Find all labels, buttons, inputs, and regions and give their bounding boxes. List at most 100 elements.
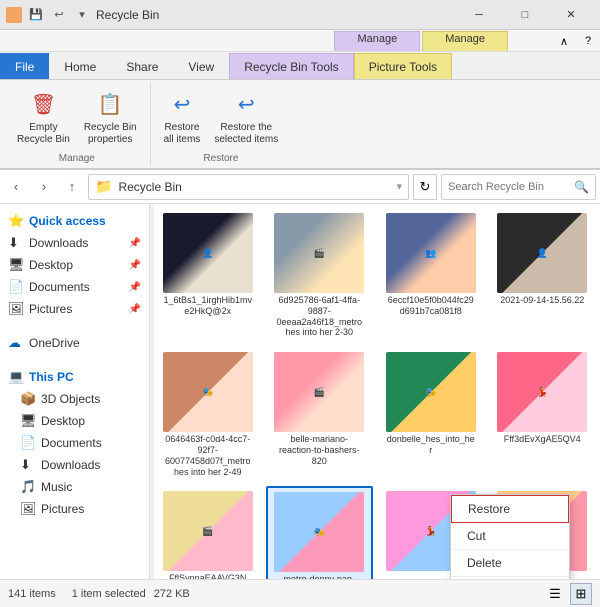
restore-group-label: Restore — [203, 151, 238, 164]
context-menu-cut[interactable]: Cut — [451, 523, 569, 550]
sidebar-item-music[interactable]: 🎵 Music — [0, 476, 149, 498]
sidebar-item-onedrive[interactable]: ☁ OneDrive — [0, 332, 149, 354]
restore-selected-icon: ↩ — [231, 90, 261, 120]
sidebar-item-desktop[interactable]: 🖥 Desktop 📌 — [0, 254, 149, 276]
search-icon: 🔍 — [574, 180, 589, 194]
tab-home[interactable]: Home — [49, 53, 111, 79]
sidebar-item-pictures[interactable]: 🖼 Pictures 📌 — [0, 298, 149, 320]
manage-tab-label[interactable]: Manage — [334, 31, 420, 51]
list-item[interactable]: 👥 6eccf10e5f0b044fc29d691b7ca081f8 — [377, 208, 485, 343]
list-item[interactable]: 👤 1_6tBs1_1irghHib1mve2HkQ@2x — [154, 208, 262, 343]
empty-recycle-bin-button[interactable]: 🗑 EmptyRecycle Bin — [12, 87, 75, 149]
documents-pc-label: Documents — [41, 436, 102, 450]
maximize-button[interactable]: □ — [502, 0, 548, 30]
pin-icon-3: 📌 — [129, 282, 141, 293]
restore-all-items-button[interactable]: ↩ Restoreall items — [159, 87, 206, 149]
search-box[interactable]: 🔍 — [441, 174, 596, 200]
manage-buttons: 🗑 EmptyRecycle Bin 📋 Recycle Binproperti… — [12, 84, 142, 151]
recycle-bin-properties-button[interactable]: 📋 Recycle Binproperties — [79, 87, 142, 149]
ribbon-group-manage: 🗑 EmptyRecycle Bin 📋 Recycle Binproperti… — [4, 82, 151, 166]
list-item[interactable]: 💃 Fff3dEvXgAE5QV4 — [489, 347, 597, 482]
file-thumbnail: 🎬 — [274, 213, 364, 293]
list-item[interactable]: 👤 2021-09-14-15.56.22 — [489, 208, 597, 343]
undo-button[interactable]: ↩ — [49, 5, 69, 25]
tab-view[interactable]: View — [173, 53, 229, 79]
tab-recycle-bin-tools[interactable]: Recycle Bin Tools — [229, 53, 354, 79]
sidebar-item-downloads[interactable]: ⬇ Downloads 📌 — [0, 232, 149, 254]
grid-view-button[interactable]: ⊞ — [570, 583, 592, 605]
list-item[interactable]: 🎭 0646463f-c0d4-4cc7-92f7-60077458d07f_m… — [154, 347, 262, 482]
onedrive-section: ☁ OneDrive — [0, 330, 149, 356]
empty-recycle-bin-icon: 🗑 — [28, 90, 58, 120]
pin-icon: 📌 — [129, 238, 141, 249]
help-button[interactable]: ? — [576, 31, 600, 51]
downloads-pc-icon: ⬇ — [20, 457, 36, 473]
documents-label: Documents — [29, 280, 90, 294]
list-item[interactable]: 🎬 FflSynnaEAAVG3N — [154, 486, 262, 579]
recycle-bin-icon — [6, 7, 22, 23]
tab-picture-tools[interactable]: Picture Tools — [354, 53, 452, 79]
file-name: 6d925786-6af1-4ffa-9887-0eeaa2a46f18_met… — [274, 295, 364, 338]
sidebar-item-downloads-pc[interactable]: ⬇ Downloads — [0, 454, 149, 476]
path-dropdown[interactable]: ▾ — [396, 180, 402, 193]
properties-icon: 📋 — [95, 90, 125, 120]
restore-selected-button[interactable]: ↩ Restore theselected items — [209, 87, 283, 149]
list-item-selected[interactable]: 🎭 metro-donny-pan-belle-mi hes-into-h... — [266, 486, 374, 579]
quick-access-section: ⭐ Quick access ⬇ Downloads 📌 🖥 Desktop 📌… — [0, 208, 149, 322]
restore-all-label: Restoreall items — [164, 122, 201, 146]
file-thumbnail: 👥 — [386, 213, 476, 293]
sidebar-item-desktop-pc[interactable]: 🖥 Desktop — [0, 410, 149, 432]
downloads-icon: ⬇ — [8, 235, 24, 251]
tab-file[interactable]: File — [0, 53, 49, 79]
quick-access-toolbar: 💾 ↩ ▾ — [26, 5, 92, 25]
save-button[interactable]: 💾 — [26, 5, 46, 25]
sidebar-item-documents[interactable]: 📄 Documents 📌 — [0, 276, 149, 298]
ribbon-content: 🗑 EmptyRecycle Bin 📋 Recycle Binproperti… — [0, 80, 600, 170]
pin-icon-2: 📌 — [129, 260, 141, 271]
context-menu-restore[interactable]: Restore — [451, 495, 569, 523]
minimize-button[interactable]: ─ — [456, 0, 502, 30]
context-menu-delete[interactable]: Delete — [451, 550, 569, 577]
close-button[interactable]: ✕ — [548, 0, 594, 30]
file-name: 2021-09-14-15.56.22 — [500, 295, 584, 306]
sidebar-item-pictures-pc[interactable]: 🖼 Pictures — [0, 498, 149, 520]
ribbon-collapse-button[interactable]: ∧ — [552, 31, 576, 51]
context-menu: Restore Cut Delete Properties — [450, 494, 570, 579]
music-icon: 🎵 — [20, 479, 36, 495]
selected-count: 1 item selected — [72, 588, 146, 600]
down-arrow-button[interactable]: ▾ — [72, 5, 92, 25]
back-button[interactable]: ‹ — [4, 175, 28, 199]
list-item[interactable]: 🎭 donbelle_hes_into_her — [377, 347, 485, 482]
refresh-button[interactable]: ↻ — [413, 174, 437, 200]
forward-button[interactable]: › — [32, 175, 56, 199]
title-bar: 💾 ↩ ▾ Recycle Bin ─ □ ✕ — [0, 0, 600, 30]
list-view-button[interactable]: ☰ — [544, 583, 566, 605]
file-thumbnail: 🎬 — [163, 491, 253, 571]
sidebar-quick-access-header[interactable]: ⭐ Quick access — [0, 210, 149, 232]
sidebar-item-this-pc[interactable]: 💻 This PC — [0, 366, 149, 388]
sidebar-item-3d-objects[interactable]: 📦 3D Objects — [0, 388, 149, 410]
file-name: belle-mariano-reaction-to-bashers-820 — [274, 434, 364, 466]
music-label: Music — [41, 480, 72, 494]
sidebar-scroll[interactable] — [150, 204, 154, 579]
this-pc-section: 💻 This PC 📦 3D Objects 🖥 Desktop 📄 Docum… — [0, 364, 149, 522]
desktop-icon: 🖥 — [8, 257, 24, 273]
file-name: 6eccf10e5f0b044fc29d691b7ca081f8 — [386, 295, 476, 317]
file-name: 0646463f-c0d4-4cc7-92f7-60077458d07f_met… — [163, 434, 253, 477]
address-path[interactable]: 📁 Recycle Bin ▾ — [88, 174, 409, 200]
tab-share[interactable]: Share — [111, 53, 173, 79]
search-input[interactable] — [448, 181, 574, 193]
pictures-pc-label: Pictures — [41, 502, 84, 516]
up-button[interactable]: ↑ — [60, 175, 84, 199]
list-item[interactable]: 🎬 belle-mariano-reaction-to-bashers-820 — [266, 347, 374, 482]
main-content: ⭐ Quick access ⬇ Downloads 📌 🖥 Desktop 📌… — [0, 204, 600, 579]
picture-tab-label[interactable]: Manage — [422, 31, 508, 51]
file-thumbnail: 💃 — [497, 352, 587, 432]
pc-icon: 💻 — [8, 369, 24, 385]
3d-icon: 📦 — [20, 391, 36, 407]
file-area: 👤 1_6tBs1_1irghHib1mve2HkQ@2x 🎬 6d925786… — [150, 204, 600, 579]
sidebar-item-documents-pc[interactable]: 📄 Documents — [0, 432, 149, 454]
list-item[interactable]: 🎬 6d925786-6af1-4ffa-9887-0eeaa2a46f18_m… — [266, 208, 374, 343]
file-name: metro-donny-pan-belle-mi hes-into-h... — [274, 574, 364, 579]
file-thumbnail: 🎭 — [163, 352, 253, 432]
